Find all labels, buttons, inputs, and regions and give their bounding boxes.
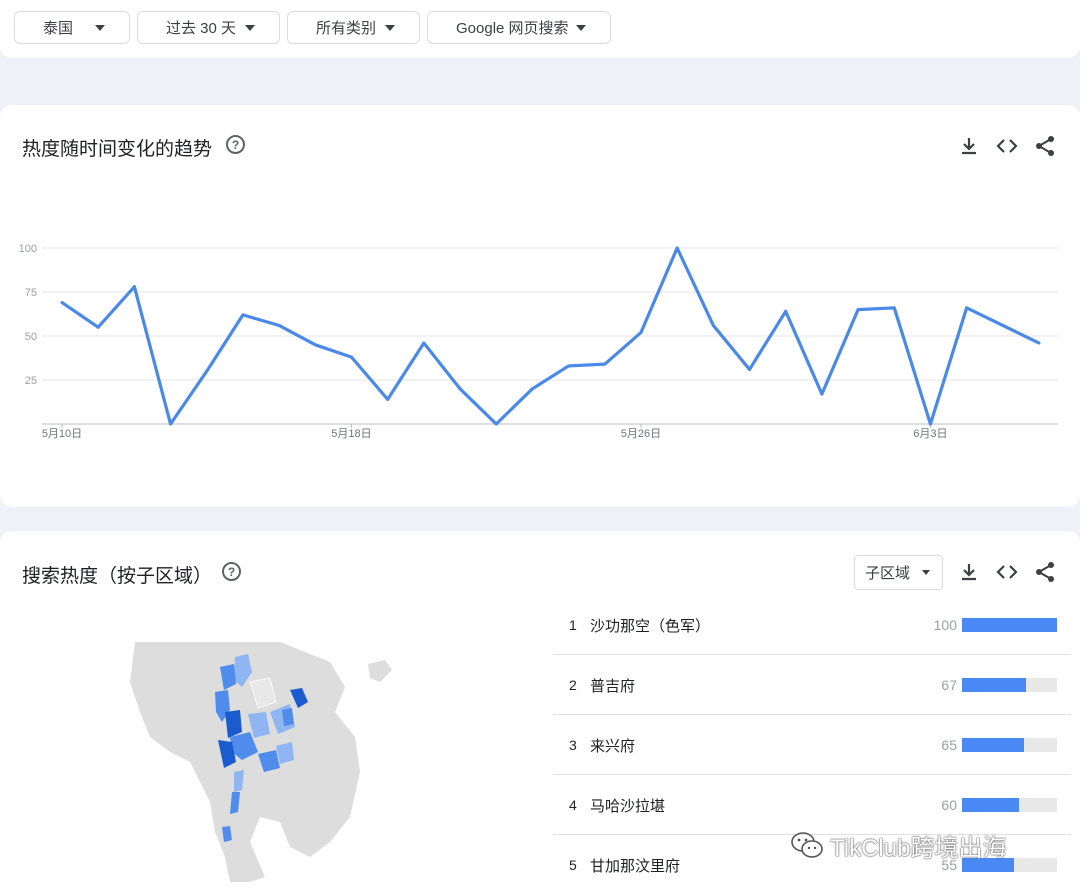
card-title: 搜索热度（按子区域） (22, 566, 213, 587)
value-bar (962, 678, 1026, 692)
x-tick-label: 6月3日 (913, 428, 947, 440)
y-tick-label: 100 (19, 243, 37, 255)
watermark-text: TikClub跨境出海 (830, 834, 1007, 862)
region-value: 67 (941, 677, 957, 693)
caret-down-icon (95, 25, 105, 31)
data-point (313, 343, 317, 347)
data-point (603, 362, 607, 366)
list-item[interactable]: 4 马哈沙拉堪 60 (553, 775, 1071, 835)
data-point (892, 306, 896, 310)
rank-index: 3 (569, 737, 577, 753)
data-point (675, 246, 679, 250)
watermark: TikClub跨境出海 (790, 827, 1006, 863)
x-tick-label: 5月26日 (621, 428, 661, 440)
region-filter-label: 泰国 (43, 20, 74, 37)
data-point (458, 387, 462, 391)
search-type-filter-label: Google 网页搜索 (456, 20, 569, 37)
value-bar (962, 798, 1019, 812)
search-type-filter[interactable]: Google 网页搜索 (427, 11, 611, 44)
category-filter[interactable]: 所有类别 (287, 11, 420, 44)
resolution-select[interactable]: 子区域 (854, 555, 943, 590)
x-tick-label: 5月18日 (331, 428, 371, 440)
region-name[interactable]: 马哈沙拉堪 (590, 795, 665, 816)
data-point (60, 301, 64, 305)
y-tick-label: 25 (25, 375, 37, 387)
data-point (748, 367, 752, 371)
category-filter-label: 所有类别 (316, 20, 377, 37)
rank-index: 2 (569, 677, 577, 693)
data-point (711, 323, 715, 327)
data-point (277, 323, 281, 327)
resolution-select-label: 子区域 (865, 565, 911, 582)
time-filter[interactable]: 过去 30 天 (137, 11, 280, 44)
region-value: 60 (941, 797, 957, 813)
y-tick-label: 50 (25, 331, 37, 343)
data-point (639, 330, 643, 334)
y-tick-label: 75 (25, 287, 37, 299)
list-item[interactable]: 2 普吉府 67 (553, 655, 1071, 715)
caret-down-icon (576, 25, 586, 31)
data-point (349, 355, 353, 359)
caret-down-icon (245, 25, 255, 31)
region-value: 65 (941, 737, 957, 753)
region-filter[interactable]: 泰国 (14, 11, 130, 44)
x-tick-label: 5月10日 (42, 428, 82, 440)
value-bar-track (962, 678, 1057, 692)
time-filter-label: 过去 30 天 (166, 20, 237, 37)
data-point (530, 387, 534, 391)
region-name[interactable]: 来兴府 (590, 735, 635, 756)
subregion-map[interactable] (130, 642, 410, 882)
data-point (205, 369, 209, 373)
list-item[interactable]: 1 沙功那空（色军） 100 (553, 595, 1071, 655)
data-point (422, 341, 426, 345)
map-region-maha-sarakham (282, 708, 294, 726)
value-bar (962, 738, 1024, 752)
data-point (96, 325, 100, 329)
data-point (494, 422, 498, 426)
region-name[interactable]: 普吉府 (590, 675, 635, 696)
value-bar-track (962, 798, 1057, 812)
share-icon[interactable] (1033, 560, 1057, 584)
list-item[interactable]: 3 来兴府 65 (553, 715, 1071, 775)
value-bar-track (962, 738, 1057, 752)
rank-index: 5 (569, 857, 577, 873)
region-name[interactable]: 甘加那汶里府 (590, 855, 680, 876)
data-point (1037, 341, 1041, 345)
value-bar (962, 618, 1057, 632)
data-point (567, 364, 571, 368)
data-point (928, 422, 932, 426)
caret-down-icon (385, 25, 395, 31)
caret-down-icon (922, 570, 930, 575)
region-name[interactable]: 沙功那空（色军） (590, 615, 710, 636)
data-point (169, 422, 173, 426)
region-value: 100 (933, 617, 957, 633)
data-point (386, 397, 390, 401)
rank-index: 4 (569, 797, 577, 813)
map-island (368, 660, 392, 682)
data-point (241, 313, 245, 317)
data-point (784, 309, 788, 313)
value-bar-track (962, 618, 1057, 632)
data-point (820, 392, 824, 396)
data-point (132, 285, 136, 289)
download-icon[interactable] (957, 560, 981, 584)
help-icon[interactable]: ? (222, 562, 241, 581)
embed-code-icon[interactable] (995, 560, 1019, 584)
wechat-icon (791, 832, 823, 858)
data-point (856, 308, 860, 312)
data-point (1001, 323, 1005, 327)
filter-bar: 泰国 过去 30 天 所有类别 Google 网页搜索 (0, 0, 1080, 58)
rank-index: 1 (569, 617, 577, 633)
interest-over-time-card: 热度随时间变化的趋势 ? 25 50 75 100 5月10日 5月18日 5月26日 6月3… (0, 105, 1080, 507)
trend-line-chart: 25 50 75 100 5月10日 5月18日 5月26日 6月3日 (19, 243, 1058, 440)
data-point (965, 306, 969, 310)
